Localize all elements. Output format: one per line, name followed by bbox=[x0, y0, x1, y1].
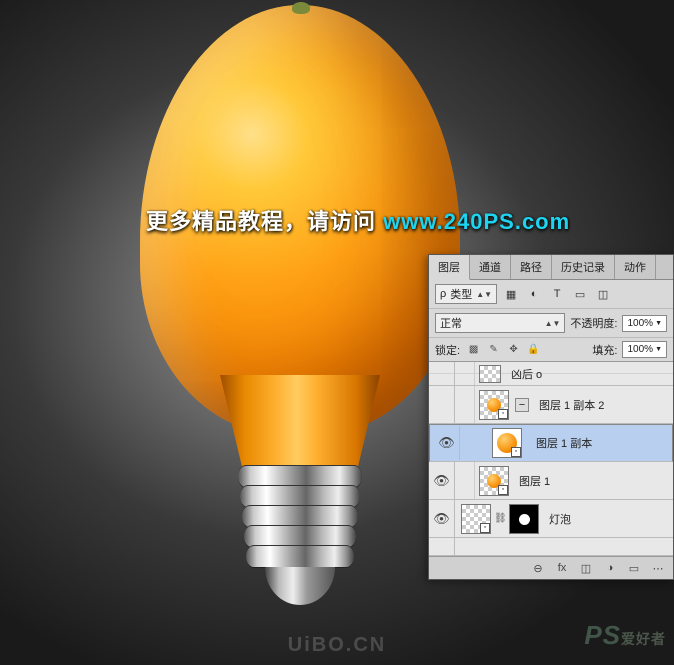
adjustment-layer-icon[interactable]: ◑ bbox=[601, 560, 619, 576]
tab-history[interactable]: 历史记录 bbox=[552, 255, 615, 279]
blend-row: 正常▲▼ 不透明度: 100%▼ bbox=[429, 309, 673, 338]
layer-mask-thumb[interactable] bbox=[509, 504, 539, 534]
layer-row-0[interactable]: 凶后 o bbox=[429, 362, 673, 386]
tab-layers[interactable]: 图层 bbox=[429, 255, 470, 280]
orange-lightbulb-artwork bbox=[140, 5, 460, 625]
filter-smart-icon[interactable]: ◫ bbox=[594, 286, 612, 302]
mask-link-icon[interactable]: ⛓ bbox=[494, 513, 506, 524]
filter-shape-icon[interactable]: ▭ bbox=[571, 286, 589, 302]
filter-kind-select[interactable]: ρ类型▲▼ bbox=[435, 284, 497, 304]
panel-footer: ⊖ fx ◫ ◑ ▭ ⋯ bbox=[429, 556, 673, 579]
opacity-input[interactable]: 100%▼ bbox=[622, 315, 667, 332]
panel-tabs: 图层 通道 路径 历史记录 动作 bbox=[429, 255, 673, 280]
layer-row-4[interactable]: 👁 ▫ ⛓ 灯泡 bbox=[429, 500, 673, 538]
fx-icon[interactable]: fx bbox=[553, 560, 571, 576]
layer-thumb bbox=[479, 365, 501, 383]
filter-type-icon[interactable]: T bbox=[548, 286, 566, 302]
layer-thumb: ▫ bbox=[461, 504, 491, 534]
visibility-toggle[interactable]: 👁 bbox=[429, 500, 455, 537]
layer-thumb: ▫ bbox=[492, 428, 522, 458]
tab-channels[interactable]: 通道 bbox=[470, 255, 511, 279]
layer-row-1[interactable]: ▫ − 图层 1 副本 2 bbox=[429, 386, 673, 424]
visibility-toggle[interactable]: 👁 bbox=[434, 426, 460, 460]
promo-cn: 更多精品教程，请访问 bbox=[146, 209, 376, 234]
more-icon[interactable]: ⋯ bbox=[649, 560, 667, 576]
bulb-screw-base bbox=[238, 465, 362, 605]
lock-position-icon[interactable]: ✥ bbox=[505, 342, 522, 357]
layer-row-3[interactable]: 👁 ▫ 图层 1 bbox=[429, 462, 673, 500]
lock-paint-icon[interactable]: ✎ bbox=[485, 342, 502, 357]
promo-text: 更多精品教程，请访问 www.240PS.com bbox=[146, 204, 570, 236]
orange-stem bbox=[292, 2, 310, 14]
group-icon[interactable]: ▭ bbox=[625, 560, 643, 576]
bulb-neck bbox=[220, 375, 380, 475]
layer-name[interactable]: 凶后 o bbox=[505, 366, 673, 382]
bulb-tip bbox=[265, 567, 335, 605]
visibility-toggle[interactable] bbox=[429, 362, 455, 385]
layer-row-partial[interactable] bbox=[429, 538, 673, 556]
tab-paths[interactable]: 路径 bbox=[511, 255, 552, 279]
layer-name[interactable]: 灯泡 bbox=[543, 511, 673, 527]
visibility-toggle[interactable] bbox=[429, 386, 455, 423]
fill-label: 填充: bbox=[592, 342, 617, 358]
tab-actions[interactable]: 动作 bbox=[615, 255, 656, 279]
lock-all-icon[interactable]: 🔒 bbox=[525, 342, 542, 357]
opacity-label: 不透明度: bbox=[570, 315, 617, 331]
layers-list: 凶后 o ▫ − 图层 1 副本 2 👁 ▫ 图层 1 副本 bbox=[429, 362, 673, 556]
collapse-toggle[interactable]: − bbox=[515, 398, 529, 412]
layer-thumb: ▫ bbox=[479, 390, 509, 420]
visibility-toggle[interactable]: 👁 bbox=[429, 462, 455, 499]
layer-thumb: ▫ bbox=[479, 466, 509, 496]
lock-row: 锁定: ▩ ✎ ✥ 🔒 填充: 100%▼ bbox=[429, 338, 673, 362]
layer-name[interactable]: 图层 1 副本 2 bbox=[533, 397, 673, 413]
link-layers-icon[interactable]: ⊖ bbox=[529, 560, 547, 576]
add-mask-icon[interactable]: ◫ bbox=[577, 560, 595, 576]
layer-row-2[interactable]: 👁 ▫ 图层 1 副本 bbox=[429, 424, 673, 462]
fill-input[interactable]: 100%▼ bbox=[622, 341, 667, 358]
watermark-uibo: UiBO.CN bbox=[288, 634, 386, 657]
layers-panel: 图层 通道 路径 历史记录 动作 ρ类型▲▼ ▦ ◐ T ▭ ◫ 正常▲▼ 不透… bbox=[428, 254, 674, 580]
filter-pixel-icon[interactable]: ▦ bbox=[502, 286, 520, 302]
lock-label: 锁定: bbox=[435, 342, 460, 358]
visibility-toggle[interactable] bbox=[429, 538, 455, 555]
promo-url: www.240PS.com bbox=[383, 209, 570, 234]
layer-name[interactable]: 图层 1 副本 bbox=[530, 435, 668, 451]
blend-mode-select[interactable]: 正常▲▼ bbox=[435, 313, 565, 333]
watermark-ps: PS爱好者 bbox=[584, 620, 666, 651]
filter-row: ρ类型▲▼ ▦ ◐ T ▭ ◫ bbox=[429, 280, 673, 309]
layer-name[interactable]: 图层 1 bbox=[513, 473, 673, 489]
lock-transparent-icon[interactable]: ▩ bbox=[465, 342, 482, 357]
filter-adjust-icon[interactable]: ◐ bbox=[525, 286, 543, 302]
